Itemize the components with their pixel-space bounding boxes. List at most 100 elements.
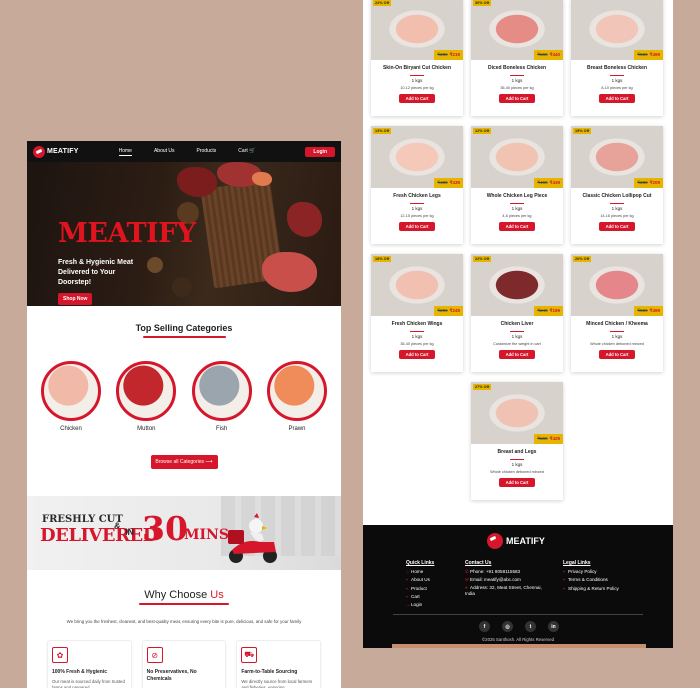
footer-link-terms[interactable]: ▪ Terms & Conditions	[563, 576, 619, 584]
linkedin-icon[interactable]: in	[548, 621, 559, 632]
product-image: 22% Off ₹289 ₹219	[371, 0, 463, 60]
product-card[interactable]: 27% Off ₹599 ₹429 Breast and Legs 1 kgs W…	[471, 382, 563, 500]
nav-home[interactable]: Home	[118, 148, 132, 156]
link-label: Login	[411, 602, 423, 608]
product-card[interactable]: 22% Off ₹289 ₹219 Skin-On Biryani Cut Chi…	[371, 0, 463, 116]
title-underline	[139, 603, 229, 605]
category-item[interactable]: Fish	[191, 361, 252, 432]
add-to-cart-button[interactable]: Add to Cart	[399, 222, 435, 231]
nav-about[interactable]: About Us	[154, 148, 175, 156]
brand-logo[interactable]: MEATIFY	[33, 145, 79, 158]
product-weight: 1 kgs	[511, 206, 523, 211]
link-label: Product	[411, 585, 427, 591]
product-name: Classic Chicken Lollipop Cut	[582, 193, 652, 199]
add-to-cart-button[interactable]: Add to Cart	[599, 94, 635, 103]
footer-link-privacy[interactable]: ▪ Privacy Policy	[563, 568, 619, 576]
add-to-cart-button[interactable]: Add to Cart	[399, 350, 435, 359]
category-label: Mutton	[137, 426, 156, 432]
product-name: Breast Boneless Chicken	[586, 65, 648, 71]
price-tag: ₹599 ₹440	[534, 50, 563, 60]
footer-link-product[interactable]: ▪ Product	[406, 585, 434, 593]
discount-badge: 22% Off	[473, 256, 492, 262]
facebook-icon[interactable]: f	[479, 621, 490, 632]
banner-in: IN	[125, 527, 134, 537]
add-to-cart-button[interactable]: Add to Cart	[499, 350, 535, 359]
category-label: Chicken	[60, 426, 82, 432]
banner-minutes-unit: MINS	[184, 527, 229, 543]
old-price: ₹289	[437, 52, 448, 57]
link-label: Privacy Policy	[568, 569, 597, 575]
footer-link-cart[interactable]: ▪ Cart	[406, 593, 434, 601]
login-button[interactable]: Login	[305, 146, 335, 157]
meat-image	[287, 202, 322, 237]
product-name: Minced Chicken / Kheema	[586, 321, 648, 327]
why-choose-title: Why Choose Us	[27, 589, 341, 601]
current-price: ₹439	[449, 180, 460, 185]
current-price: ₹219	[449, 52, 460, 57]
nav-products[interactable]: Products	[197, 148, 217, 156]
name-underline	[410, 203, 424, 204]
footer-link-home[interactable]: ⌂ Home	[406, 568, 434, 576]
browse-categories-button[interactable]: Browse all Categories ⟶	[150, 455, 218, 469]
current-price: ₹249	[449, 308, 460, 313]
product-card[interactable]: ₹599 ₹499 Breast Boneless Chicken 1 kgs 8…	[571, 0, 663, 116]
footer: MEATIFY Quick Links ⌂ Home ▪ About Us ▪ Pro…	[363, 525, 673, 648]
product-card[interactable]: 12% Off ₹499 ₹439 Whole Chicken Leg Piece…	[471, 126, 563, 244]
add-to-cart-button[interactable]: Add to Cart	[499, 94, 535, 103]
price-tag: ₹239 ₹209	[634, 178, 663, 188]
contact-text: Address: 32, Meat Street, Chennai, India	[465, 584, 542, 597]
banner-freshly-cut: FRESHLY CUT	[42, 514, 123, 525]
twitter-icon[interactable]: t	[525, 621, 536, 632]
current-price: ₹439	[549, 180, 560, 185]
shop-now-button[interactable]: Shop Now	[58, 293, 93, 305]
add-to-cart-button[interactable]: Add to Cart	[499, 222, 535, 231]
instagram-icon[interactable]: ◎	[502, 621, 513, 632]
footer-link-shipping[interactable]: ▪ Shipping & Return Policy	[563, 585, 619, 593]
contact-email[interactable]: ✉Email: meatify@abc.com	[465, 576, 545, 584]
product-card[interactable]: 20% Off ₹599 ₹499 Minced Chicken / Kheema…	[571, 254, 663, 372]
add-to-cart-button[interactable]: Add to Cart	[599, 350, 635, 359]
feature-card: ⊘ No Preservatives, No Chemicals	[141, 640, 227, 688]
product-description: Customize the weight in cart	[493, 342, 541, 346]
contact-text: Phone: +91 8058115583	[470, 569, 521, 575]
current-price: ₹499	[649, 308, 660, 313]
feature-text: We directly source from local farmers an…	[241, 679, 313, 688]
old-price: ₹599	[637, 308, 648, 313]
add-to-cart-button[interactable]: Add to Cart	[499, 478, 535, 487]
link-label: About Us	[411, 577, 430, 583]
product-card[interactable]: 30% Off ₹599 ₹440 Diced Boneless Chicken …	[471, 0, 563, 116]
name-underline	[410, 331, 424, 332]
product-weight: 1 kgs	[511, 462, 523, 467]
title-underline	[142, 336, 226, 338]
contact-phone[interactable]: ✆Phone: +91 8058115583	[465, 568, 545, 576]
category-item[interactable]: Mutton	[116, 361, 177, 432]
footer-link-login[interactable]: →Login	[406, 601, 434, 609]
footer-link-about[interactable]: ▪ About Us	[406, 576, 434, 584]
product-image: 13% Off ₹489 ₹439	[371, 126, 463, 188]
add-to-cart-button[interactable]: Add to Cart	[399, 94, 435, 103]
category-image	[41, 361, 101, 421]
product-name: Fresh Chicken Wings	[391, 321, 443, 327]
brand-name: MEATIFY	[47, 148, 79, 155]
product-card[interactable]: 18% Off ₹299 ₹249 Fresh Chicken Wings 1 k…	[371, 254, 463, 372]
product-weight: 1 kgs	[611, 78, 623, 83]
product-description: Whole chicken deboned minced	[590, 342, 644, 346]
discount-badge: 18% Off	[373, 256, 392, 262]
category-label: Fish	[215, 426, 228, 432]
footer-divider	[393, 614, 643, 615]
add-to-cart-button[interactable]: Add to Cart	[599, 222, 635, 231]
old-price: ₹499	[537, 180, 548, 185]
nav-cart[interactable]: Cart 🛒	[238, 148, 255, 156]
category-item[interactable]: Prawn	[266, 361, 327, 432]
product-description: 35-40 pieces per kg	[500, 86, 534, 90]
footer-logo[interactable]: MEATIFY	[487, 533, 545, 549]
product-card[interactable]: 15% Off ₹239 ₹209 Classic Chicken Lollipo…	[571, 126, 663, 244]
copyright: ©2025 Santhosh. All Rights Reserved	[482, 637, 554, 642]
product-card[interactable]: 22% Off ₹249 ₹199 Chicken Liver 1 kgs Cus…	[471, 254, 563, 372]
category-item[interactable]: Chicken	[41, 361, 101, 432]
discount-badge: 12% Off	[473, 128, 492, 134]
shrimp-image	[252, 172, 272, 186]
product-card[interactable]: 13% Off ₹489 ₹439 Fresh Chicken Legs 1 kg…	[371, 126, 463, 244]
product-name: Breast and Legs	[497, 449, 537, 455]
feature-title: Farm-to-Table Sourcing	[241, 669, 298, 675]
